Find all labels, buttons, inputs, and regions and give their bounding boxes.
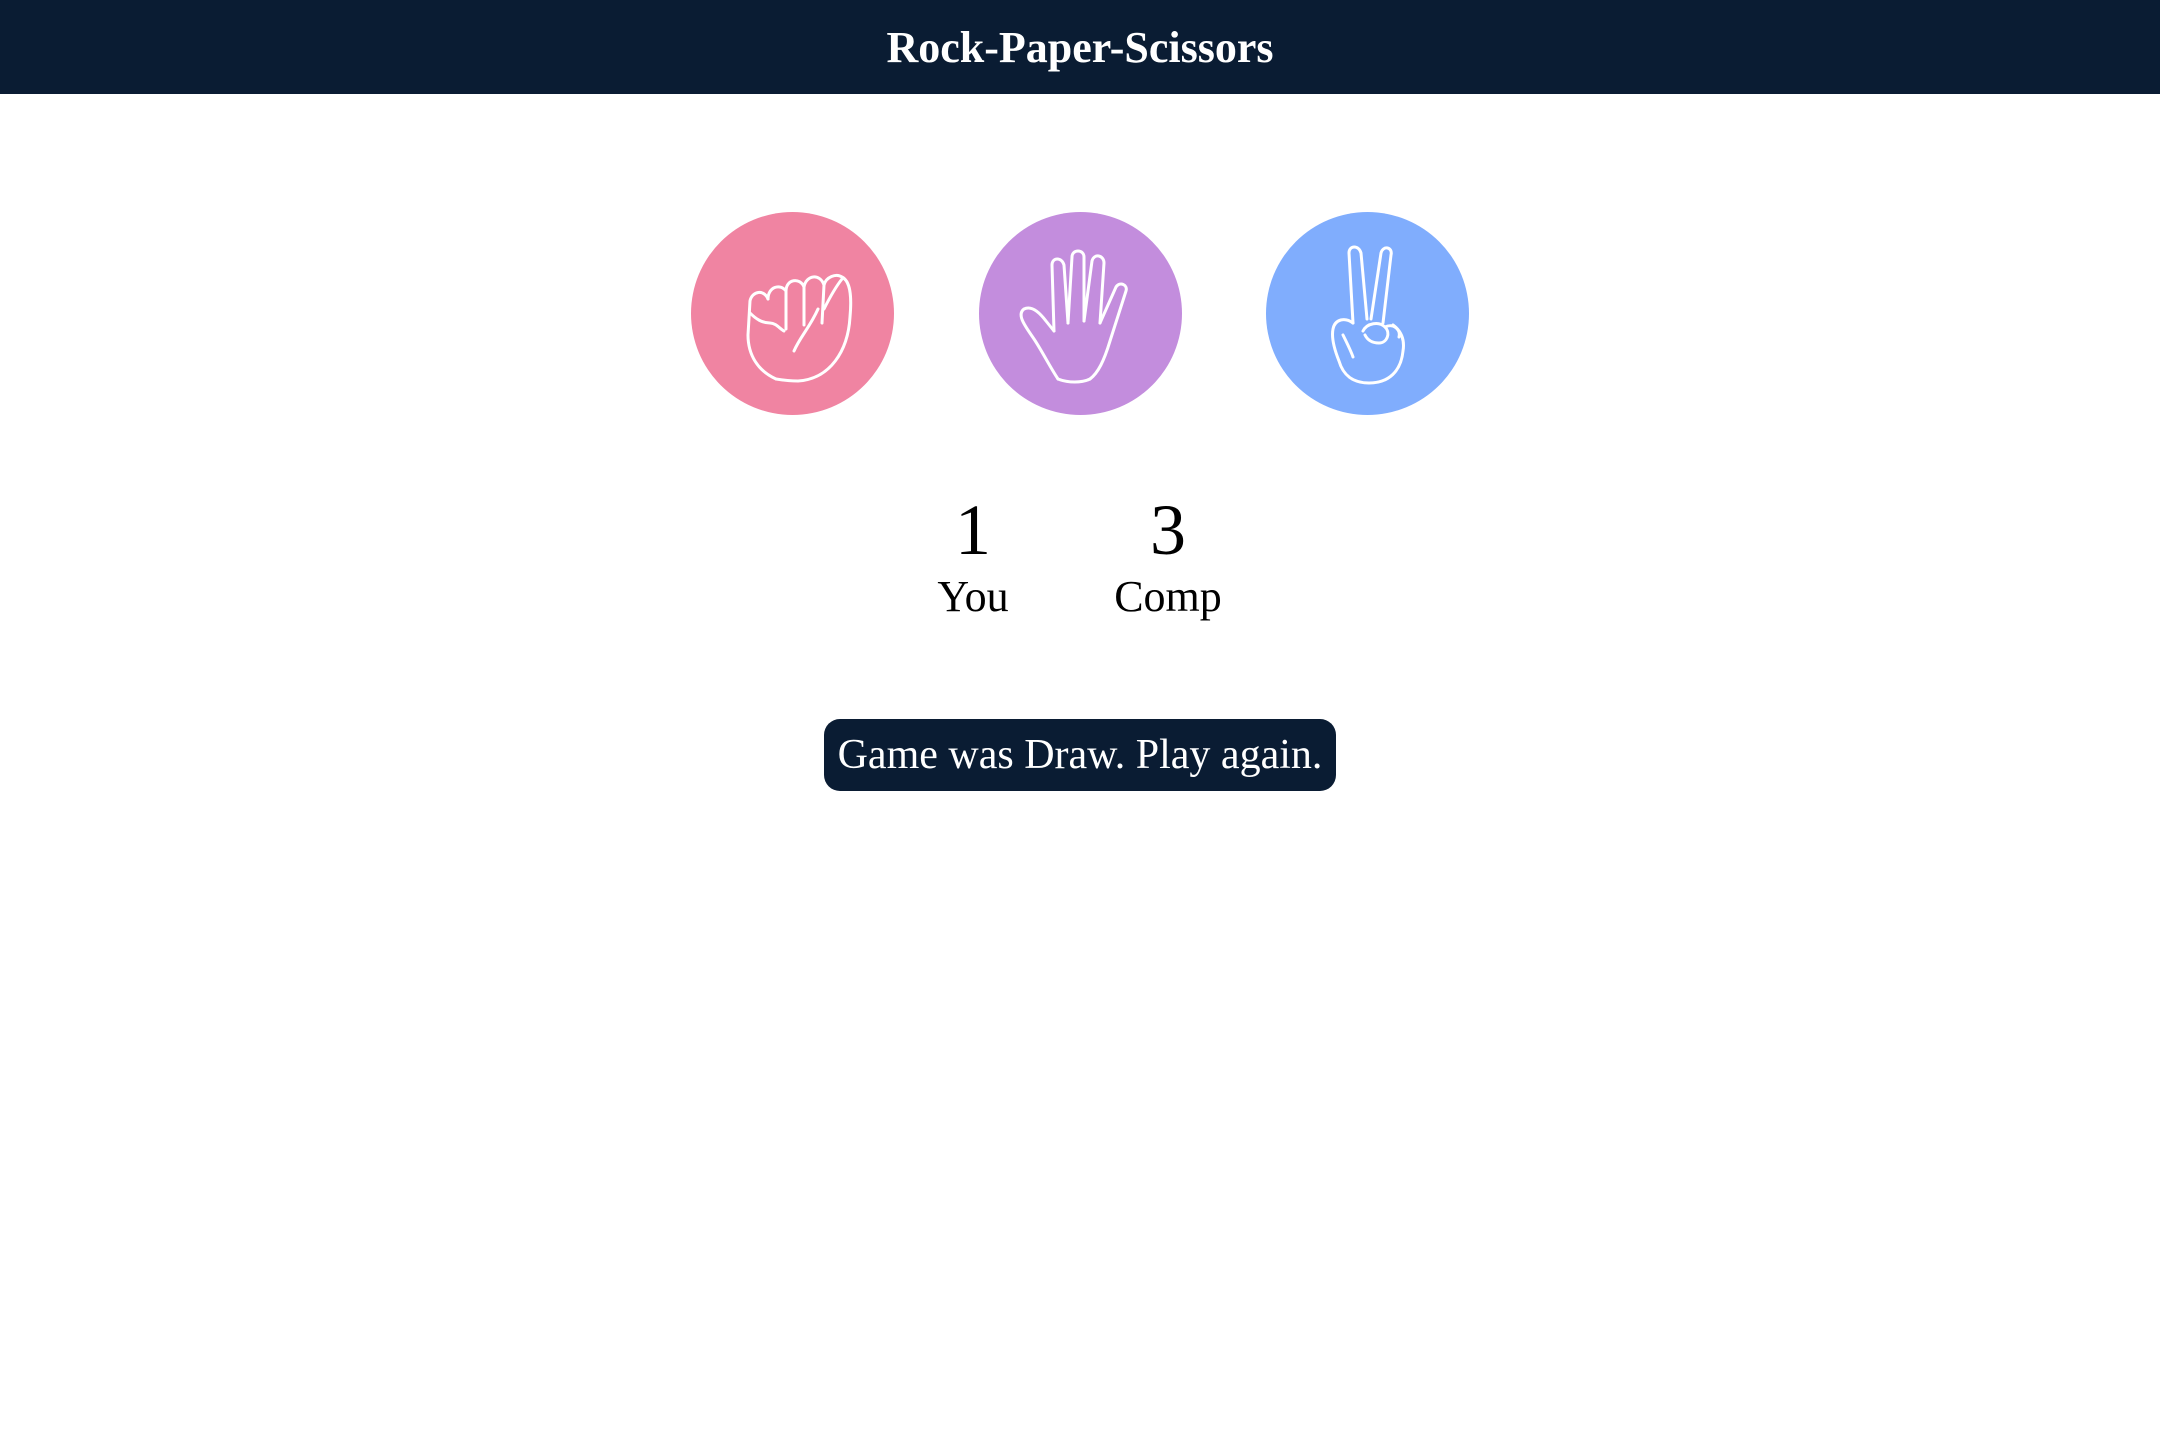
app-header: Rock-Paper-Scissors xyxy=(0,0,2160,94)
user-score: 1 xyxy=(955,490,991,570)
comp-score-block: 3 Comp xyxy=(1068,488,1268,622)
peace-sign-icon xyxy=(1330,245,1405,384)
comp-score: 3 xyxy=(1150,490,1186,570)
rock-button[interactable] xyxy=(691,212,894,415)
page-title: Rock-Paper-Scissors xyxy=(886,22,1274,72)
result-message: Game was Draw. Play again. xyxy=(823,719,1337,791)
comp-score-label: Comp xyxy=(1114,572,1222,621)
paper-button[interactable] xyxy=(979,212,1182,415)
choices-row xyxy=(0,212,2160,416)
user-score-block: 1 You xyxy=(873,488,1073,622)
scissors-button[interactable] xyxy=(1266,212,1469,415)
user-score-label: You xyxy=(937,572,1009,621)
fist-icon xyxy=(746,273,852,382)
open-hand-icon xyxy=(1019,249,1128,383)
message-container: Game was Draw. Play again. xyxy=(0,719,2160,791)
